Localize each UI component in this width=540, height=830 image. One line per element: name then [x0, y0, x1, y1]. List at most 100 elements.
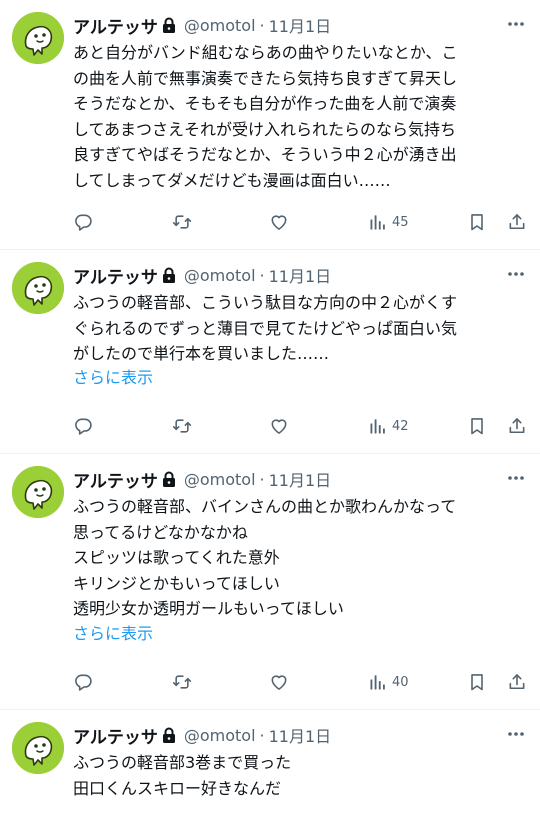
like-icon [269, 672, 289, 692]
user-handle[interactable]: @omotol [184, 16, 256, 35]
tweet-date[interactable]: 11月1日 [269, 13, 332, 37]
tweet[interactable]: アルテッサ @omotol · 11月1日 あと自分がバンド組むならあの曲やりた… [0, 0, 540, 250]
like-button[interactable] [269, 414, 289, 438]
views-button[interactable]: 40 [368, 670, 409, 694]
reply-button[interactable] [73, 670, 93, 694]
tweet-text-line: そうだなとか、そもそも自分が作った曲を人前で演奏 [73, 94, 457, 113]
tweet-text-line: してあまつさえそれが受け入れられたらのなら気持ち [73, 119, 457, 139]
user-handle[interactable]: @omotol [184, 726, 256, 745]
share-icon [507, 212, 527, 232]
avatar[interactable] [12, 466, 64, 518]
avatar[interactable] [12, 262, 64, 314]
lock-icon [162, 17, 176, 34]
tweet-text-line: の曲を人前で無事演奏できたら気持ち良すぎて昇天し [73, 68, 458, 88]
more-icon[interactable] [506, 264, 526, 284]
views-icon [368, 212, 388, 232]
bookmark-button[interactable] [467, 414, 487, 438]
reply-icon [73, 212, 93, 232]
share-icon [507, 416, 527, 436]
tweet-text: ふつうの軽音部3巻まで買った 田口くんスキロー好きなんだ [73, 750, 533, 801]
share-button[interactable] [507, 414, 527, 438]
retweet-button[interactable] [171, 670, 193, 694]
bookmark-icon [467, 212, 487, 232]
display-name[interactable]: アルテッサ [73, 467, 158, 492]
tweet-date[interactable]: 11月1日 [269, 263, 332, 287]
retweet-icon [171, 672, 193, 692]
retweet-icon [171, 212, 193, 232]
tweet-text-line: あと自分がバンド組むならあの曲やりたいなとか、こ [73, 43, 458, 62]
tweet[interactable]: アルテッサ @omotol · 11月1日 ふつうの軽音部、こういう駄目な方向の… [0, 250, 540, 454]
like-icon [269, 416, 289, 436]
share-icon [507, 672, 527, 692]
tweet-text: ふつうの軽音部、バインさんの曲とか歌わんかなって 思ってるけどなかなかね スピッ… [73, 494, 533, 622]
tweet-text-line: 透明少女か透明ガールもいってほしい [73, 599, 344, 618]
more-icon[interactable] [506, 724, 526, 744]
bookmark-button[interactable] [467, 210, 487, 234]
lock-icon [162, 727, 176, 744]
tweet-header: アルテッサ @omotol · 11月1日 [73, 13, 332, 38]
tweet-text-line: 思ってるけどなかなかね [73, 522, 248, 542]
tweet-text-line: 田口くんスキロー好きなんだ [73, 778, 282, 798]
tweet-text-line: ふつうの軽音部3巻まで買った [73, 753, 292, 772]
reply-button[interactable] [73, 210, 93, 234]
like-button[interactable] [269, 210, 289, 234]
views-count: 45 [392, 214, 409, 230]
bookmark-icon [467, 416, 487, 436]
more-icon[interactable] [506, 468, 526, 488]
retweet-icon [171, 416, 193, 436]
reply-icon [73, 416, 93, 436]
like-button[interactable] [269, 670, 289, 694]
share-button[interactable] [507, 210, 527, 234]
avatar[interactable] [12, 722, 64, 774]
views-button[interactable]: 45 [368, 210, 409, 234]
tweet-text-line: がしたので単行本を買いました…… [73, 344, 330, 363]
lock-icon [162, 267, 176, 284]
action-bar: 45 [73, 210, 533, 234]
tweet-text-line: スピッツは歌ってくれた意外 [73, 548, 280, 567]
tweet-text: ふつうの軽音部、こういう駄目な方向の中２心がくす ぐられるのでずっと薄目で見てた… [73, 290, 533, 367]
timeline: アルテッサ @omotol · 11月1日 あと自分がバンド組むならあの曲やりた… [0, 0, 540, 830]
views-count: 40 [392, 674, 409, 690]
views-count: 42 [392, 418, 409, 434]
tweet-text-line: 良すぎてやばそうだなとか、そういう中２心が湧き出 [73, 145, 457, 164]
tweet[interactable]: アルテッサ @omotol · 11月1日 ふつうの軽音部3巻まで買った 田口く… [0, 710, 540, 830]
views-button[interactable]: 42 [368, 414, 409, 438]
bookmark-button[interactable] [467, 670, 487, 694]
like-icon [269, 212, 289, 232]
tweet-header: アルテッサ @omotol · 11月1日 [73, 467, 332, 492]
tweet-header: アルテッサ @omotol · 11月1日 [73, 723, 332, 748]
tweet-text-line: ふつうの軽音部、こういう駄目な方向の中２心がくす [73, 293, 458, 312]
bookmark-icon [467, 672, 487, 692]
retweet-button[interactable] [171, 210, 193, 234]
tweet-header: アルテッサ @omotol · 11月1日 [73, 263, 332, 288]
tweet[interactable]: アルテッサ @omotol · 11月1日 ふつうの軽音部、バインさんの曲とか歌… [0, 454, 540, 710]
tweet-text-line: ぐられるのでずっと薄目で見てたけどやっぱ面白い気 [73, 318, 458, 338]
show-more-link[interactable]: さらに表示 [73, 620, 153, 644]
retweet-button[interactable] [171, 414, 193, 438]
show-more-link[interactable]: さらに表示 [73, 364, 153, 388]
action-bar: 42 [73, 414, 533, 438]
tweet-text-line: キリンジとかもいってほしい [73, 573, 280, 593]
lock-icon [162, 471, 176, 488]
tweet-text-line: ふつうの軽音部、バインさんの曲とか歌わんかなって [73, 497, 457, 516]
separator-dot: · [259, 725, 265, 745]
views-icon [368, 672, 388, 692]
display-name[interactable]: アルテッサ [73, 13, 158, 38]
separator-dot: · [259, 265, 265, 285]
tweet-date[interactable]: 11月1日 [269, 723, 332, 747]
user-handle[interactable]: @omotol [184, 470, 256, 489]
reply-button[interactable] [73, 414, 93, 438]
separator-dot: · [259, 15, 265, 35]
user-handle[interactable]: @omotol [184, 266, 256, 285]
tweet-date[interactable]: 11月1日 [269, 467, 332, 491]
display-name[interactable]: アルテッサ [73, 263, 158, 288]
more-icon[interactable] [506, 14, 526, 34]
avatar[interactable] [12, 12, 64, 64]
views-icon [368, 416, 388, 436]
tweet-text: あと自分がバンド組むならあの曲やりたいなとか、こ の曲を人前で無事演奏できたら気… [73, 40, 533, 193]
share-button[interactable] [507, 670, 527, 694]
reply-icon [73, 672, 93, 692]
tweet-text-line: してしまってダメだけども漫画は面白い…… [73, 170, 391, 190]
display-name[interactable]: アルテッサ [73, 723, 158, 748]
action-bar: 40 [73, 670, 533, 694]
